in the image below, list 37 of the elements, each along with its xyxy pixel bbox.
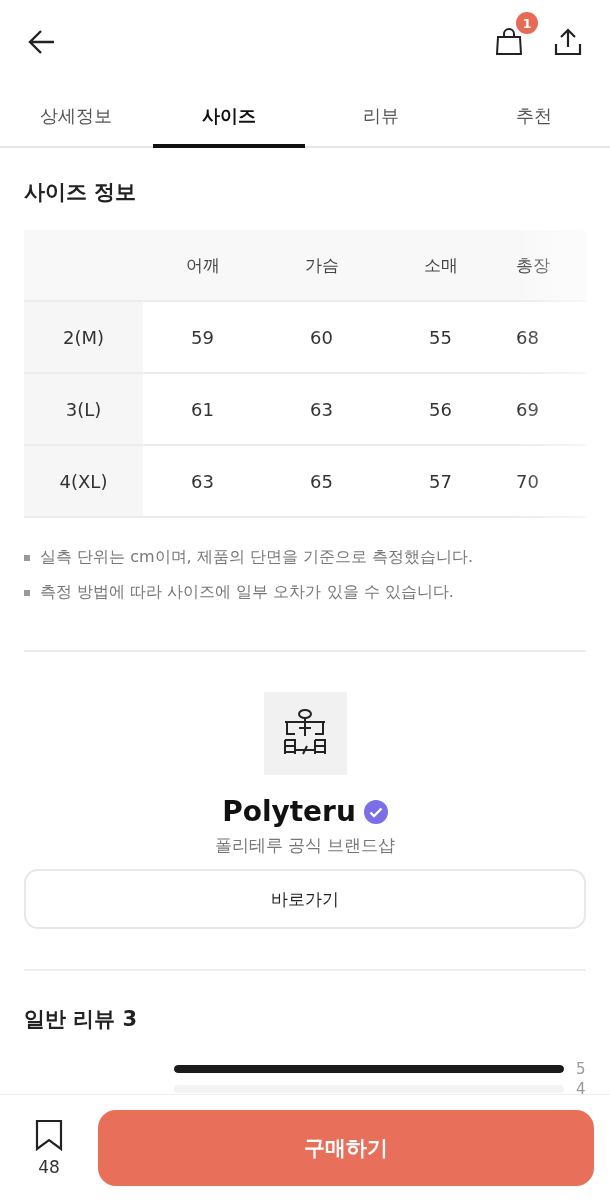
table-cell-text: 63 [309,397,334,422]
bookmark-button[interactable]: 48 [24,1118,74,1177]
table-cell-text: 69 [515,397,540,422]
row-header: 3(L) [24,374,143,444]
brand-name: Polyteru [222,795,356,828]
section-title: 사이즈 정보 [24,179,138,206]
rating-label: 5 [576,1060,586,1078]
table-cell-text: 56 [428,397,453,422]
row-header: 4(XL) [24,446,143,516]
tab[interactable]: 사이즈 [152,88,305,148]
table-cell-text: 57 [428,469,453,494]
table-cell-text: 61 [190,397,215,422]
section-title: 일반 리뷰 3 [24,1006,139,1033]
table-cell-text: 60 [309,325,334,350]
table-cell-text: 70 [515,469,540,494]
column-header: 소매 [422,253,459,277]
table-cell-text: 55 [428,325,453,350]
tab[interactable]: 리뷰 [305,88,458,148]
note-text: 측정 방법에 따라 사이즈에 일부 오차가 있을 수 있습니다. [40,582,454,603]
bullet-icon [24,554,30,561]
cart-count-badge: 1 [516,12,538,34]
brand-subtitle: 폴리테루 공식 브랜드샵 [214,834,396,857]
bullet-icon [24,589,30,596]
row-header: 2(M) [24,302,143,372]
table-cell-text: 68 [515,325,540,350]
tab[interactable]: 상세정보 [0,88,153,148]
column-header: 총장 [515,253,551,277]
table-cell-text: 65 [309,469,334,494]
go-to-store-button[interactable]: 바로가기 [24,869,586,929]
table-cell-text: 59 [190,325,215,350]
note-text: 실측 단위는 cm이며, 제품의 단면을 기준으로 측정했습니다. [40,547,474,568]
column-header: 어깨 [184,253,221,277]
table-cell-text: 63 [190,469,215,494]
tab[interactable]: 추천 [457,88,610,148]
bookmark-icon [34,1118,64,1151]
rating-label: 4 [576,1080,586,1098]
column-header: 가슴 [303,253,340,277]
